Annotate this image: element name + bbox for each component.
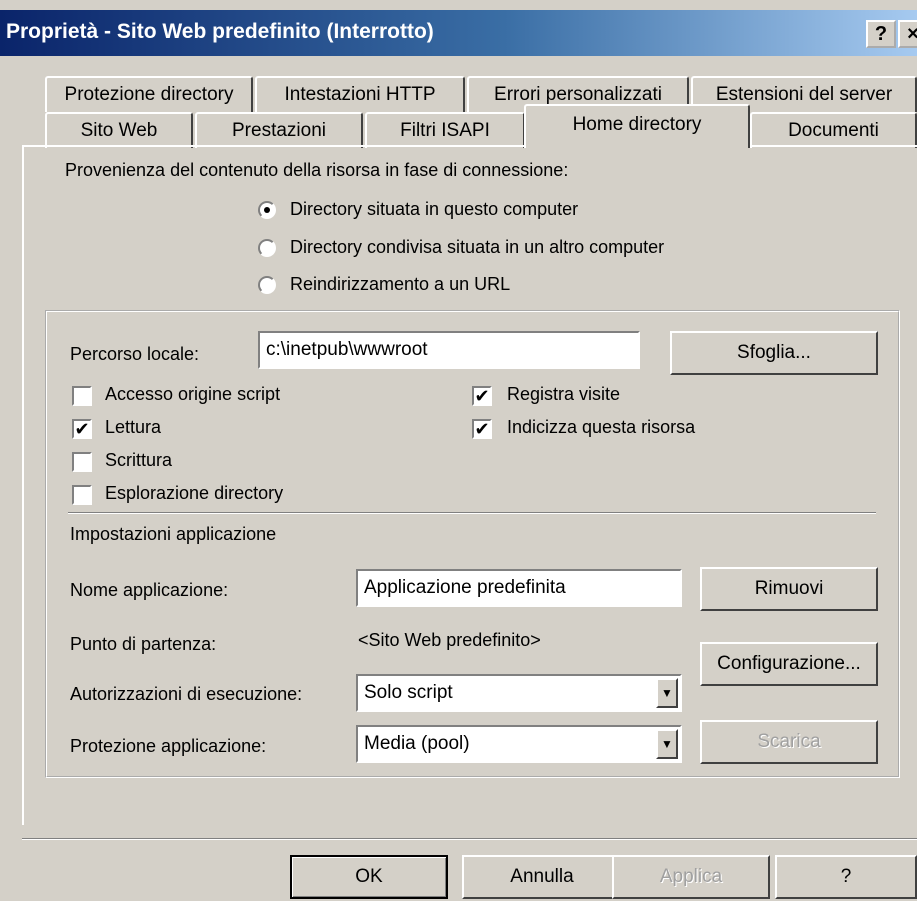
local-path-label: Percorso locale: [70, 344, 200, 364]
title-bar: Proprietà - Sito Web predefinito (Interr… [0, 10, 917, 56]
help-title-button[interactable]: ? [866, 20, 896, 48]
tab-documenti[interactable]: Documenti [750, 112, 917, 148]
local-path-input[interactable]: c:\inetpub\wwwroot [258, 331, 640, 369]
content-source-label: Provenienza del contenuto della risorsa … [65, 160, 569, 180]
cancel-button[interactable]: Annulla [462, 855, 622, 899]
window-title: Proprietà - Sito Web predefinito (Interr… [6, 20, 434, 43]
footer-separator [22, 838, 917, 840]
exec-permissions-select[interactable]: Solo script ▼ [356, 674, 682, 712]
tab-protezione-directory[interactable]: Protezione directory [45, 76, 253, 112]
close-title-button[interactable]: × [898, 20, 917, 48]
app-protection-select[interactable]: Media (pool) ▼ [356, 725, 682, 763]
app-name-input[interactable]: Applicazione predefinita [356, 569, 682, 607]
checkbox-write-label[interactable]: Scrittura [105, 450, 172, 471]
tab-sito-web[interactable]: Sito Web [45, 112, 193, 148]
chevron-down-icon[interactable]: ▼ [656, 729, 678, 759]
app-protection-value: Media (pool) [364, 733, 470, 754]
checkbox-script-source-access-label[interactable]: Accesso origine script [105, 384, 280, 405]
tab-intestazioni-http[interactable]: Intestazioni HTTP [255, 76, 465, 112]
checkbox-read[interactable]: ✔ [72, 419, 92, 439]
unload-button[interactable]: Scarica [700, 720, 878, 764]
remove-button[interactable]: Rimuovi [700, 567, 878, 611]
tab-home-directory[interactable]: Home directory [524, 104, 750, 148]
chevron-down-icon[interactable]: ▼ [656, 678, 678, 708]
checkbox-index-resource-label[interactable]: Indicizza questa risorsa [507, 417, 695, 438]
apply-button[interactable]: Applica [612, 855, 770, 899]
exec-permissions-label: Autorizzazioni di esecuzione: [70, 684, 303, 704]
configuration-button[interactable]: Configurazione... [700, 642, 878, 686]
radio-local-directory[interactable] [258, 201, 276, 219]
start-point-label: Punto di partenza: [70, 634, 217, 654]
tab-prestazioni[interactable]: Prestazioni [195, 112, 363, 148]
app-protection-label: Protezione applicazione: [70, 736, 267, 756]
tab-filtri-isapi[interactable]: Filtri ISAPI [365, 112, 525, 148]
checkbox-write[interactable] [72, 452, 92, 472]
checkbox-directory-browsing-label[interactable]: Esplorazione directory [105, 483, 283, 504]
checkbox-script-source-access[interactable] [72, 386, 92, 406]
checkbox-index-resource[interactable]: ✔ [472, 419, 492, 439]
app-name-label: Nome applicazione: [70, 580, 229, 600]
radio-redirect-url[interactable] [258, 276, 276, 294]
exec-permissions-value: Solo script [364, 682, 453, 703]
checkbox-log-visits[interactable]: ✔ [472, 386, 492, 406]
checkbox-read-label[interactable]: Lettura [105, 417, 161, 438]
help-button[interactable]: ? [775, 855, 917, 899]
radio-redirect-url-label[interactable]: Reindirizzamento a un URL [290, 274, 510, 295]
app-settings-heading: Impostazioni applicazione [70, 524, 277, 544]
radio-shared-directory-label[interactable]: Directory condivisa situata in un altro … [290, 237, 664, 258]
radio-shared-directory[interactable] [258, 239, 276, 257]
radio-local-directory-label[interactable]: Directory situata in questo computer [290, 199, 578, 220]
ok-button[interactable]: OK [290, 855, 448, 899]
checkbox-log-visits-label[interactable]: Registra visite [507, 384, 620, 405]
checkbox-directory-browsing[interactable] [72, 485, 92, 505]
app-settings-separator [68, 512, 876, 514]
browse-button[interactable]: Sfoglia... [670, 331, 878, 375]
start-point-value: <Sito Web predefinito> [358, 630, 541, 650]
